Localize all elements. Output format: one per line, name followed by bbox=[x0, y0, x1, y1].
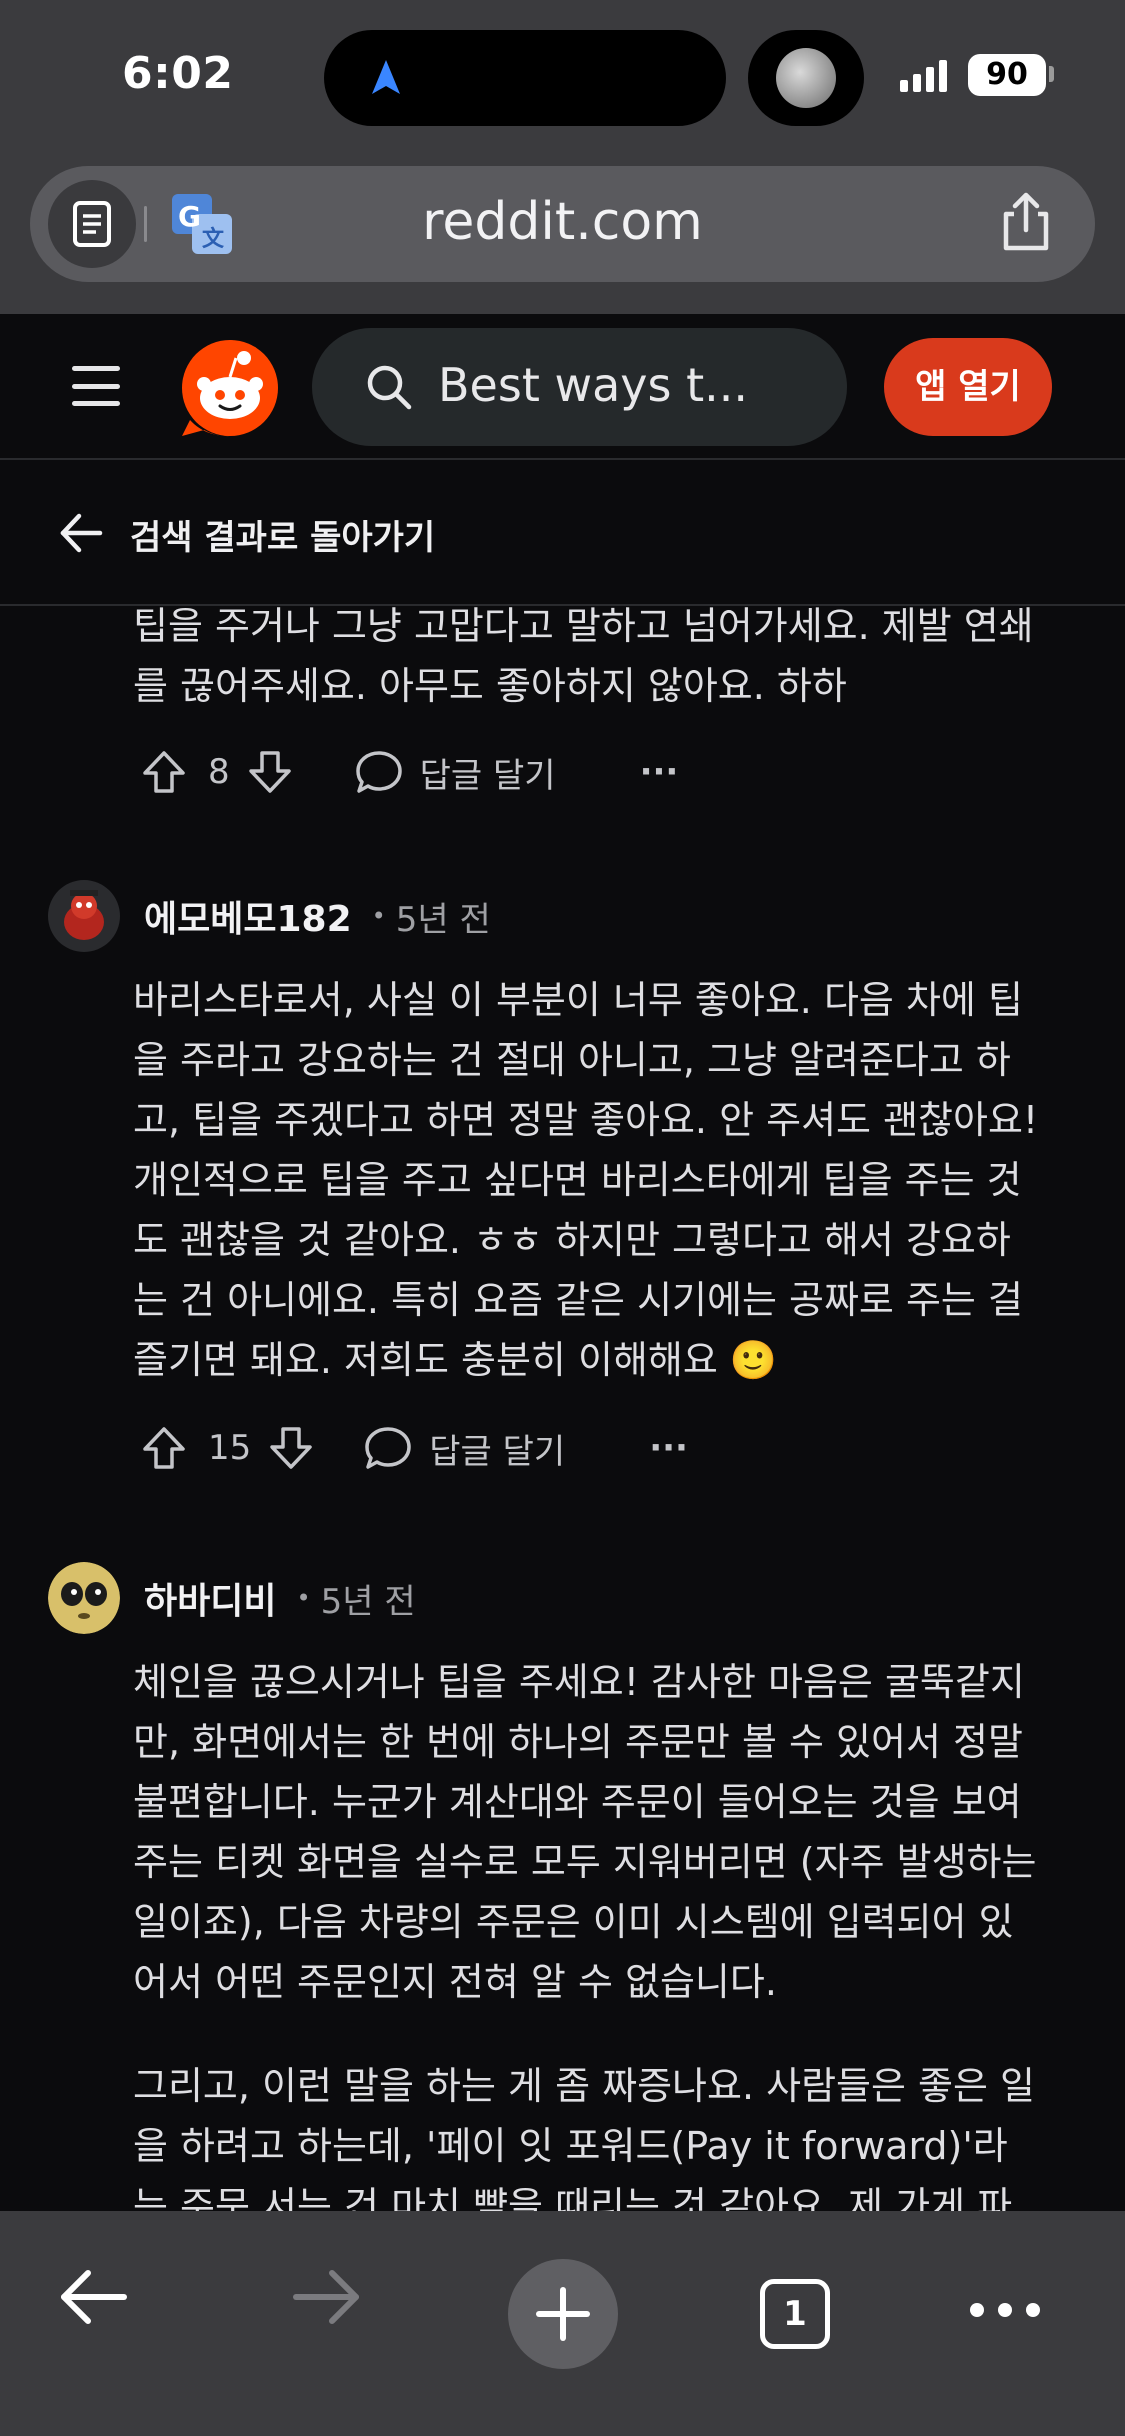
menu-icon[interactable] bbox=[72, 366, 120, 406]
comment-body: 체인을 끊으시거나 팁을 주세요! 감사한 마음은 굴뚝같지 만, 화면에서는 … bbox=[133, 1652, 1073, 2012]
vote-count: 8 bbox=[208, 752, 230, 792]
reddit-logo-icon[interactable] bbox=[180, 338, 280, 438]
more-menu-icon[interactable] bbox=[970, 2303, 1040, 2317]
more-options-icon[interactable]: ··· bbox=[640, 752, 679, 792]
share-icon[interactable] bbox=[996, 190, 1056, 254]
downvote-icon[interactable] bbox=[267, 1424, 315, 1472]
separator-dot: • bbox=[296, 1584, 311, 1612]
browser-back-icon[interactable] bbox=[58, 2267, 130, 2327]
comment-actions: 15 답글 달기 ··· bbox=[140, 1418, 688, 1478]
search-bar[interactable]: Best ways t... bbox=[312, 328, 847, 446]
reply-button[interactable]: 답글 달기 bbox=[363, 1424, 565, 1473]
separator-dot: • bbox=[371, 902, 386, 930]
comment-line: 팁을 주거나 그냥 고맙다고 말하고 넘어가세요. 제발 연쇄 bbox=[133, 606, 1034, 648]
status-time: 6:02 bbox=[122, 48, 234, 99]
comment-line: 고, 팁을 주겠다고 하면 정말 좋아요. 안 주셔도 괜찮아요! bbox=[133, 1098, 1039, 1142]
more-options-icon[interactable]: ··· bbox=[649, 1428, 688, 1468]
browser-bottom-toolbar: 1 bbox=[0, 2211, 1125, 2436]
comment-line: 그리고, 이런 말을 하는 게 좀 짜증나요. 사람들은 좋은 일 bbox=[133, 2064, 1035, 2108]
cellular-signal-icon bbox=[900, 58, 947, 92]
comment-line: 주는 티켓 화면을 실수로 모두 지워버리면 (자주 발생하는 bbox=[133, 1840, 1037, 1884]
comment-header: 하바디비 • 5년 전 bbox=[48, 1562, 416, 1634]
location-arrow-icon bbox=[372, 60, 400, 94]
upvote-icon[interactable] bbox=[140, 748, 188, 796]
live-activity-avatar bbox=[776, 48, 836, 108]
comment-line: 도 괜찮을 것 같아요. ㅎㅎ 하지만 그렇다고 해서 강요하 bbox=[133, 1218, 1011, 1262]
comment-line: 즐기면 돼요. 저희도 충분히 이해해요 🙂 bbox=[133, 1338, 778, 1382]
comment-line: 만, 화면에서는 한 번에 하나의 주문만 볼 수 있어서 정말 bbox=[133, 1720, 1023, 1764]
comment-line: 체인을 끊으시거나 팁을 주세요! 감사한 마음은 굴뚝같지 bbox=[133, 1660, 1025, 1704]
downvote-icon[interactable] bbox=[246, 748, 294, 796]
comment-bubble-icon bbox=[355, 751, 402, 793]
comment-time: 5년 전 bbox=[320, 1581, 416, 1622]
comment-line: 일이죠), 다음 차량의 주문은 이미 시스템에 입력되어 있 bbox=[133, 1900, 1014, 1944]
search-icon bbox=[367, 365, 412, 410]
comment-feed: 팁을 주거나 그냥 고맙다고 말하고 넘어가세요. 제발 연쇄 를 끊어주세요.… bbox=[0, 606, 1125, 2211]
snoo-avatar-icon bbox=[48, 880, 120, 952]
comment-line: 개인적으로 팁을 주고 싶다면 바리스타에게 팁을 주는 것 bbox=[133, 1158, 1022, 1202]
comment-line: 불편합니다. 누군가 계산대와 주문이 들어오는 것을 보여 bbox=[133, 1780, 1022, 1824]
avatar[interactable] bbox=[48, 880, 120, 952]
comment-line: 는 주문 서는 건 마치 뺨을 때리는 것 같아요. 제 가게 파 bbox=[133, 2184, 1013, 2211]
reddit-header: Best ways t... 앱 열기 bbox=[0, 314, 1125, 460]
back-to-results-bar[interactable]: 검색 결과로 돌아가기 bbox=[0, 460, 1125, 606]
new-tab-button[interactable] bbox=[508, 2259, 618, 2369]
battery-indicator: 90 bbox=[968, 54, 1046, 96]
live-activity bbox=[748, 30, 864, 126]
open-app-button[interactable]: 앱 열기 bbox=[884, 338, 1052, 436]
comment-actions: 8 답글 달기 ··· bbox=[140, 742, 678, 802]
comment-time: 5년 전 bbox=[395, 899, 491, 940]
browser-top-chrome: 6:02 90 G 文 reddit.com bbox=[0, 0, 1125, 314]
username[interactable]: 에모베모182 bbox=[144, 890, 352, 942]
reply-label[interactable]: 답글 달기 bbox=[420, 748, 556, 797]
upvote-icon[interactable] bbox=[140, 1424, 188, 1472]
search-query[interactable]: Best ways t... bbox=[438, 358, 748, 412]
url-text[interactable]: reddit.com bbox=[30, 192, 1095, 252]
browser-forward-icon[interactable] bbox=[290, 2267, 362, 2327]
comment-line: 는 건 아니에요. 특히 요즘 같은 시기에는 공짜로 주는 걸 bbox=[133, 1278, 1023, 1322]
back-to-results-label[interactable]: 검색 결과로 돌아가기 bbox=[130, 510, 435, 559]
comment-line: 어서 어떤 주문인지 전혀 알 수 없습니다. bbox=[133, 1960, 777, 2004]
reply-button[interactable]: 답글 달기 bbox=[354, 748, 556, 797]
avatar[interactable] bbox=[48, 1562, 120, 1634]
comment-line: 을 하려고 하는데, '페이 잇 포워드(Pay it forward)'라 bbox=[133, 2124, 1008, 2168]
reply-label[interactable]: 답글 달기 bbox=[429, 1424, 565, 1473]
dynamic-island bbox=[324, 30, 726, 126]
comment-line: 을 주라고 강요하는 건 절대 아니고, 그냥 알려준다고 하 bbox=[133, 1038, 1011, 1082]
comment-header: 에모베모182 • 5년 전 bbox=[48, 880, 491, 952]
comment-body: 바리스타로서, 사실 이 부분이 너무 좋아요. 다음 차에 팁 을 주라고 강… bbox=[133, 970, 1073, 1390]
comment-line: 바리스타로서, 사실 이 부분이 너무 좋아요. 다음 차에 팁 bbox=[133, 978, 1023, 1022]
username[interactable]: 하바디비 bbox=[144, 1572, 276, 1624]
vote-count: 15 bbox=[208, 1428, 252, 1468]
url-bar[interactable]: G 文 reddit.com bbox=[30, 166, 1095, 282]
comment-body: 팁을 주거나 그냥 고맙다고 말하고 넘어가세요. 제발 연쇄 를 끊어주세요.… bbox=[133, 606, 1073, 716]
face-avatar-icon bbox=[48, 1562, 120, 1634]
battery-tip bbox=[1049, 66, 1054, 82]
tab-switcher-button[interactable]: 1 bbox=[760, 2279, 830, 2349]
comment-bubble-icon bbox=[365, 1427, 412, 1469]
plus-icon bbox=[536, 2287, 590, 2341]
comment-body-paragraph: 그리고, 이런 말을 하는 게 좀 짜증나요. 사람들은 좋은 일 을 하려고 … bbox=[133, 2056, 1073, 2211]
comment-line: 를 끊어주세요. 아무도 좋아하지 않아요. 하하 bbox=[133, 664, 847, 708]
back-arrow-icon[interactable] bbox=[58, 510, 104, 556]
